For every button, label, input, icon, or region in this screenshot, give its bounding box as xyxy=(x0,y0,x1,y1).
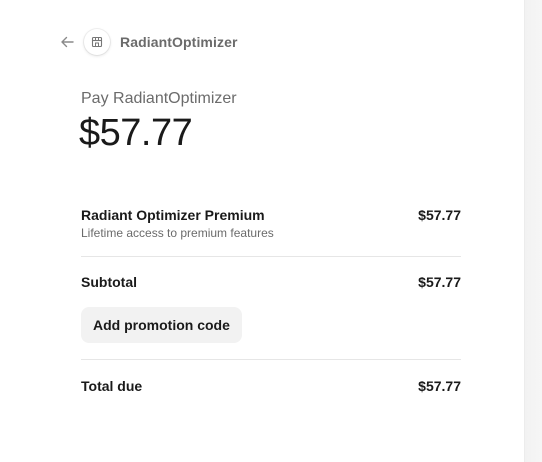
subtotal-label: Subtotal xyxy=(81,274,137,290)
side-panel-edge xyxy=(524,0,542,462)
checkout-header: RadiantOptimizer xyxy=(58,28,238,56)
total-due-label: Total due xyxy=(81,378,143,394)
total-due-row: Total due $57.77 xyxy=(81,378,461,394)
line-item-price: $57.77 xyxy=(418,207,461,223)
total-amount: $57.77 xyxy=(79,112,193,154)
subtotal-value: $57.77 xyxy=(418,274,461,290)
add-promotion-code-button[interactable]: Add promotion code xyxy=(81,307,242,343)
subtotal-row: Subtotal $57.77 xyxy=(81,274,461,290)
line-item-description: Lifetime access to premium features xyxy=(81,226,274,240)
total-due-value: $57.77 xyxy=(418,378,461,394)
divider xyxy=(81,359,461,360)
line-item-name: Radiant Optimizer Premium xyxy=(81,207,265,223)
merchant-logo xyxy=(84,29,110,55)
divider xyxy=(81,256,461,257)
merchant-name: RadiantOptimizer xyxy=(120,34,238,50)
back-button[interactable] xyxy=(58,33,76,51)
arrow-left-icon xyxy=(61,36,74,48)
pay-label: Pay RadiantOptimizer xyxy=(81,90,237,107)
checkout-page: RadiantOptimizer Pay RadiantOptimizer $5… xyxy=(0,0,542,462)
line-item: Radiant Optimizer Premium Lifetime acces… xyxy=(81,207,461,240)
line-item-details: Radiant Optimizer Premium Lifetime acces… xyxy=(81,207,274,240)
store-icon xyxy=(91,36,103,48)
